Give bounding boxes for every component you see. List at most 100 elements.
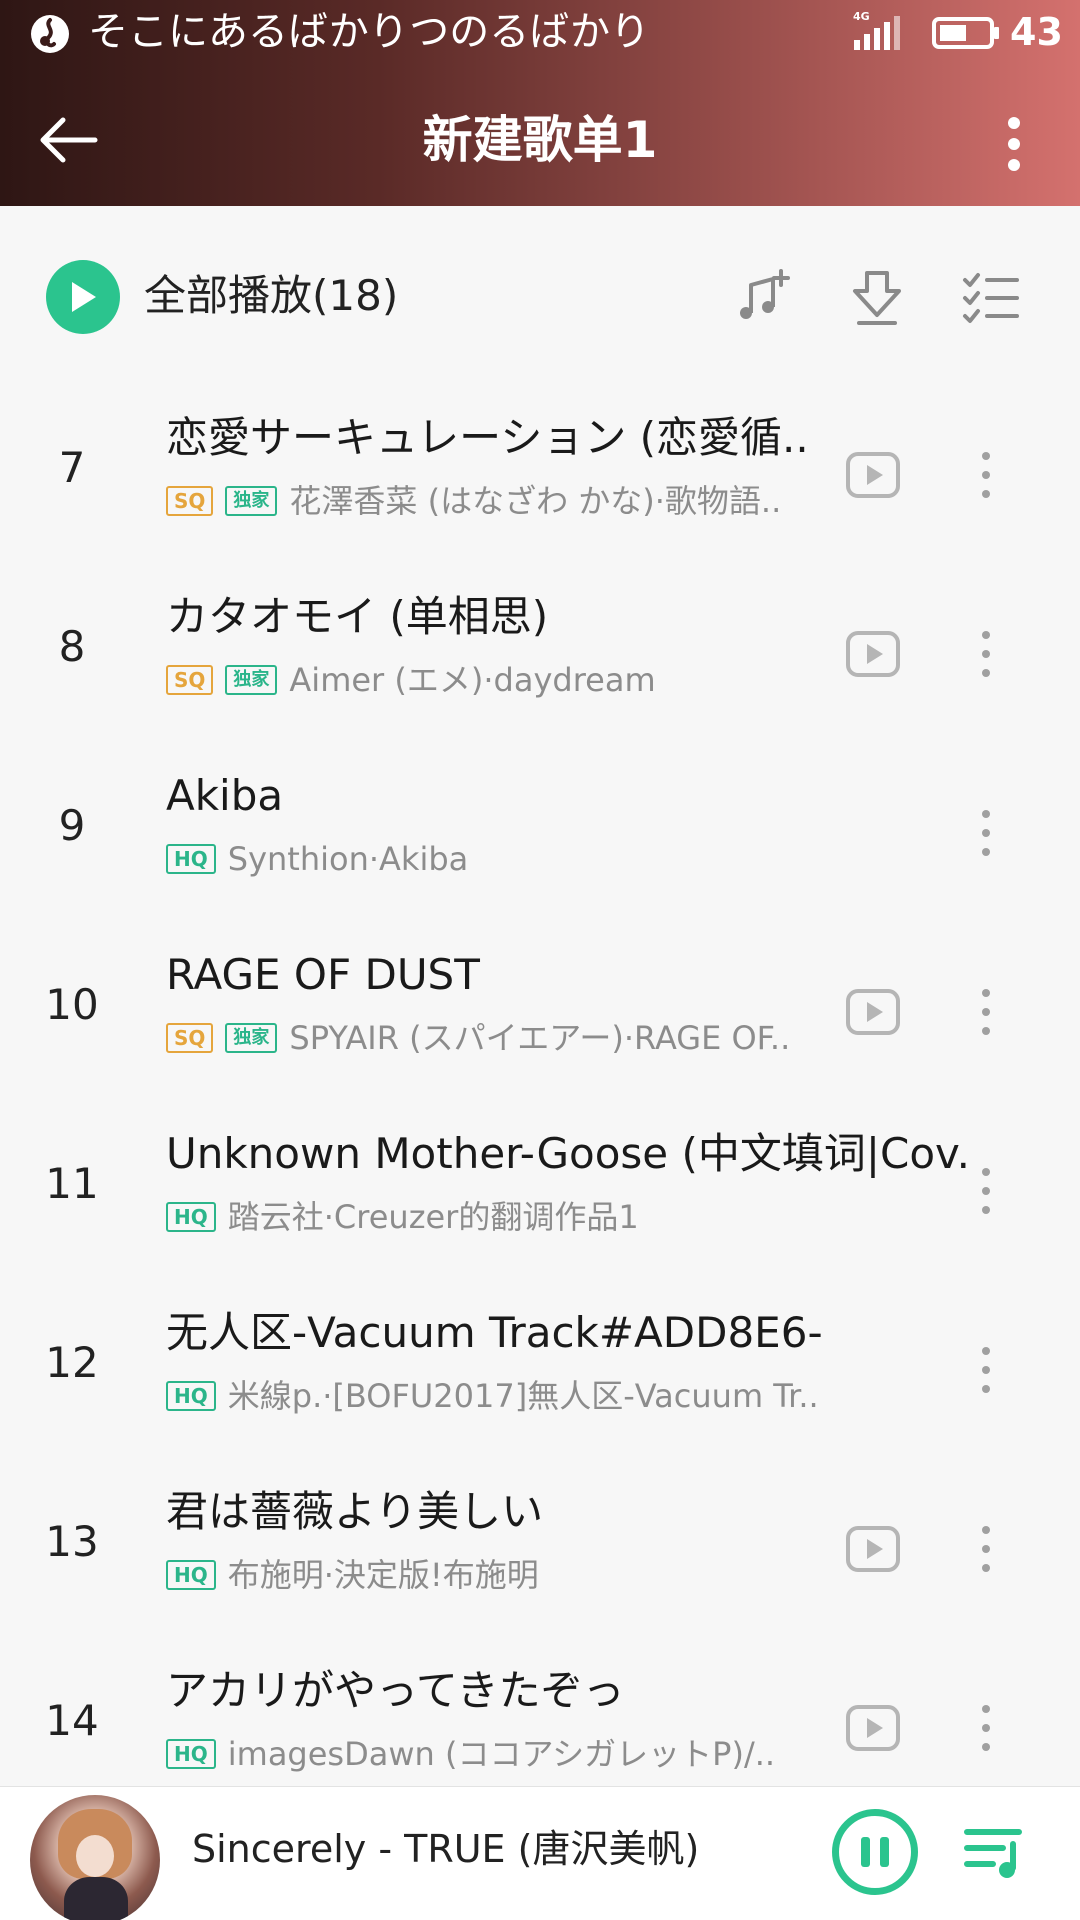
song-row[interactable]: 8 カタオモイ (单相思) SQ 独家 Aimer (エメ)·daydream: [0, 565, 1080, 744]
mv-button[interactable]: [844, 1699, 902, 1757]
status-notification-title: そこにあるばかりつのるばかり: [88, 9, 650, 55]
song-artist: 花澤香菜 (はなざわ かな)·歌物語..: [289, 482, 782, 520]
more-vertical-icon: [982, 1168, 990, 1214]
song-meta: HQ imagesDawn (ココアシガレットP)/..: [166, 1729, 846, 1779]
song-list[interactable]: 7 恋愛サーキュレーション (恋愛循.. SQ 独家 花澤香菜 (はなざわ かな…: [0, 386, 1080, 1786]
more-vertical-icon: [982, 631, 990, 677]
song-more-button[interactable]: [966, 1695, 1006, 1761]
song-meta: HQ 布施明·決定版!布施明: [166, 1550, 846, 1600]
mini-player[interactable]: Sincerely - TRUE (唐沢美帆): [0, 1786, 1080, 1920]
pause-icon: [861, 1837, 870, 1867]
checklist-icon: [963, 273, 1019, 323]
song-index: 12: [45, 1338, 99, 1387]
song-title: 无人区-Vacuum Track#ADD8E6-: [166, 1308, 823, 1357]
pause-button[interactable]: [832, 1809, 918, 1895]
download-icon: [853, 271, 901, 325]
song-index: 8: [58, 622, 86, 671]
song-index: 10: [45, 980, 99, 1029]
song-more-button[interactable]: [966, 442, 1006, 508]
more-vertical-icon: [982, 1347, 990, 1393]
play-all-bar: 全部播放(18): [0, 206, 1080, 386]
multi-select-button[interactable]: [956, 262, 1026, 332]
play-circle-icon: [72, 282, 96, 312]
play-all-button[interactable]: [46, 260, 120, 334]
music-app-icon: [31, 15, 69, 53]
video-play-icon: [846, 1526, 900, 1572]
now-playing-title[interactable]: Sincerely - TRUE (唐沢美帆): [192, 1819, 699, 1879]
download-button[interactable]: [842, 262, 912, 332]
song-title: RAGE OF DUST: [166, 950, 480, 999]
exclusive-badge: 独家: [225, 486, 278, 516]
music-add-icon: [740, 269, 790, 319]
song-more-button[interactable]: [966, 1337, 1006, 1403]
page-title: 新建歌单1: [422, 111, 658, 169]
album-cover[interactable]: [30, 1795, 160, 1920]
battery-icon: [932, 17, 999, 49]
more-vertical-icon: [1008, 117, 1020, 171]
song-row[interactable]: 13 君は薔薇より美しい HQ 布施明·決定版!布施明: [0, 1460, 1080, 1639]
playlist-icon: [964, 1829, 1022, 1878]
more-vertical-icon: [982, 1526, 990, 1572]
song-meta: HQ 踏云社·Creuzer的翻调作品1: [166, 1192, 846, 1242]
song-more-button[interactable]: [966, 621, 1006, 687]
more-vertical-icon: [982, 989, 990, 1035]
song-artist: SPYAIR (スパイエアー)·RAGE OF..: [289, 1019, 791, 1057]
quality-badge: HQ: [166, 1202, 216, 1232]
song-artist: Aimer (エメ)·daydream: [289, 661, 656, 699]
song-artist: 米線p.·[BOFU2017]無人区-Vacuum Tr..: [227, 1377, 819, 1415]
playlist-button[interactable]: [960, 1817, 1030, 1887]
song-more-button[interactable]: [966, 800, 1006, 866]
song-row[interactable]: 11 Unknown Mother-Goose (中文填词|Cov.. HQ 踏…: [0, 1102, 1080, 1281]
more-vertical-icon: [982, 810, 990, 856]
song-row[interactable]: 12 无人区-Vacuum Track#ADD8E6- HQ 米線p.·[BOF…: [0, 1281, 1080, 1460]
song-title: 恋愛サーキュレーション (恋愛循..: [166, 413, 809, 462]
song-title: カタオモイ (单相思): [166, 592, 549, 641]
song-title: Akiba: [166, 771, 284, 820]
song-more-button[interactable]: [966, 1158, 1006, 1224]
song-artist: 布施明·決定版!布施明: [227, 1556, 539, 1594]
song-index: 7: [58, 443, 86, 492]
song-more-button[interactable]: [966, 979, 1006, 1045]
song-meta: SQ 独家 Aimer (エメ)·daydream: [166, 655, 846, 705]
song-meta: SQ 独家 花澤香菜 (はなざわ かな)·歌物語..: [166, 476, 846, 526]
quality-badge: HQ: [166, 1560, 216, 1590]
song-row[interactable]: 10 RAGE OF DUST SQ 独家 SPYAIR (スパイエアー)·RA…: [0, 923, 1080, 1102]
more-options-button[interactable]: [984, 106, 1044, 182]
song-title: Unknown Mother-Goose (中文填词|Cov..: [166, 1129, 966, 1178]
mv-button[interactable]: [844, 625, 902, 683]
song-meta: HQ Synthion·Akiba: [166, 834, 846, 884]
song-title: 君は薔薇より美しい: [166, 1487, 544, 1536]
video-play-icon: [846, 1705, 900, 1751]
video-play-icon: [846, 631, 900, 677]
cover-art-face: [76, 1835, 114, 1877]
song-row[interactable]: 7 恋愛サーキュレーション (恋愛循.. SQ 独家 花澤香菜 (はなざわ かな…: [0, 386, 1080, 565]
quality-badge: SQ: [166, 486, 214, 516]
song-index: 13: [45, 1517, 99, 1566]
song-row[interactable]: 9 Akiba HQ Synthion·Akiba: [0, 744, 1080, 923]
status-bar: そこにあるばかりつのるばかり 4G 43: [0, 0, 1080, 64]
song-artist: imagesDawn (ココアシガレットP)/..: [227, 1735, 776, 1773]
more-vertical-icon: [982, 1705, 990, 1751]
song-artist: Synthion·Akiba: [227, 840, 469, 878]
quality-badge: SQ: [166, 665, 214, 695]
song-title: アカリがやってきたぞっ: [166, 1666, 625, 1715]
song-index: 9: [58, 801, 86, 850]
mv-button[interactable]: [844, 983, 902, 1041]
song-row[interactable]: 14 アカリがやってきたぞっ HQ imagesDawn (ココアシガレットP)…: [0, 1639, 1080, 1786]
song-index: 11: [45, 1159, 99, 1208]
add-to-playlist-button[interactable]: [726, 262, 796, 332]
exclusive-badge: 独家: [225, 665, 278, 695]
song-meta: HQ 米線p.·[BOFU2017]無人区-Vacuum Tr..: [166, 1371, 846, 1421]
play-all-label[interactable]: 全部播放(18): [144, 266, 398, 326]
song-artist: 踏云社·Creuzer的翻调作品1: [227, 1198, 639, 1236]
song-more-button[interactable]: [966, 1516, 1006, 1582]
mv-button[interactable]: [844, 446, 902, 504]
more-vertical-icon: [982, 452, 990, 498]
quality-badge: HQ: [166, 1739, 216, 1769]
exclusive-badge: 独家: [225, 1023, 278, 1053]
song-meta: SQ 独家 SPYAIR (スパイエアー)·RAGE OF..: [166, 1013, 846, 1063]
quality-badge: HQ: [166, 1381, 216, 1411]
video-play-icon: [846, 989, 900, 1035]
mv-button[interactable]: [844, 1520, 902, 1578]
cover-art-body: [64, 1877, 128, 1920]
